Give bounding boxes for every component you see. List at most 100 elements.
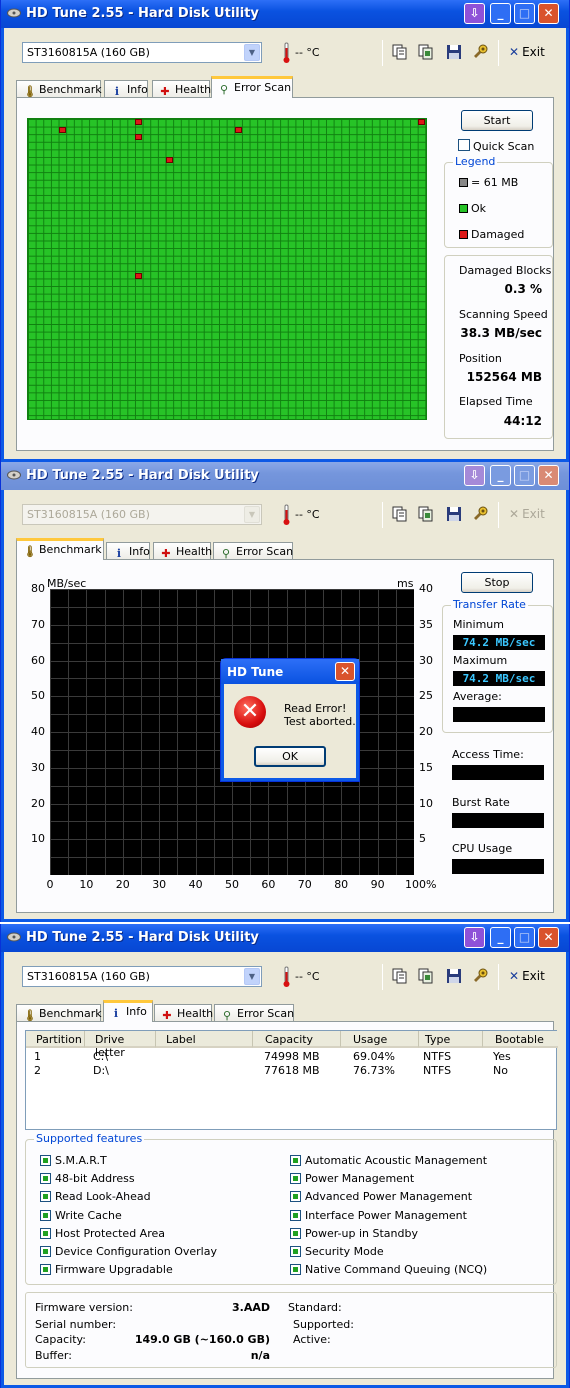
options-icon[interactable] bbox=[470, 967, 490, 985]
maximize-button[interactable]: □ bbox=[514, 927, 535, 948]
col-header-bootable[interactable]: Bootable bbox=[483, 1031, 558, 1048]
x-tick-label: 0 bbox=[46, 878, 54, 891]
feature-item: Host Protected Area bbox=[40, 1227, 165, 1240]
exit-button[interactable]: ✕ Exit bbox=[509, 507, 545, 521]
feature-check-icon bbox=[290, 1264, 301, 1276]
burst-rate-value bbox=[452, 813, 544, 828]
window-title: HD Tune 2.55 - Hard Disk Utility bbox=[26, 6, 259, 21]
cell-usage: 69.04% bbox=[353, 1050, 395, 1063]
drive-select[interactable]: ST3160815A (160 GB) ▼ bbox=[22, 42, 262, 63]
feature-check-icon bbox=[40, 1191, 51, 1203]
save-icon[interactable] bbox=[444, 43, 464, 61]
copy-all-icon[interactable] bbox=[416, 505, 436, 523]
save-icon[interactable] bbox=[444, 505, 464, 523]
transfer-rate-title: Transfer Rate bbox=[451, 598, 528, 611]
drive-select[interactable]: ST3160815A (160 GB) ▼ bbox=[22, 504, 262, 525]
col-header-capacity[interactable]: Capacity bbox=[253, 1031, 341, 1048]
feature-item: S.M.A.R.T bbox=[40, 1154, 107, 1167]
tab-error-scan[interactable]: ⚲ Error Scan bbox=[213, 542, 293, 560]
legend-damaged: Damaged bbox=[459, 228, 524, 241]
drive-select[interactable]: ST3160815A (160 GB) ▼ bbox=[22, 966, 262, 987]
tab-benchmark[interactable]: 🌡︎ Benchmark bbox=[16, 1004, 102, 1022]
close-button[interactable]: ✕ bbox=[538, 3, 559, 24]
buffer-label: Buffer: bbox=[35, 1349, 72, 1362]
download-icon[interactable]: ⇩ bbox=[464, 465, 485, 486]
chevron-down-icon[interactable]: ▼ bbox=[244, 44, 260, 61]
feature-item: Write Cache bbox=[40, 1209, 122, 1222]
close-button[interactable]: ✕ bbox=[538, 465, 559, 486]
y-right-tick-label: 30 bbox=[419, 653, 433, 667]
partition-table: Partition Drive letter Label Capacity Us… bbox=[25, 1030, 558, 1130]
chevron-down-icon[interactable]: ▼ bbox=[244, 968, 260, 985]
tab-health[interactable]: ✚ Health bbox=[153, 542, 212, 560]
y-left-tick-label: 10 bbox=[31, 832, 45, 846]
feature-check-icon bbox=[40, 1246, 51, 1257]
tab-error-scan[interactable]: ⚲ Error Scan bbox=[214, 1004, 294, 1022]
exit-button[interactable]: ✕ Exit bbox=[509, 969, 545, 983]
feature-label: Advanced Power Management bbox=[305, 1190, 473, 1204]
feature-label: Automatic Acoustic Management bbox=[305, 1154, 488, 1167]
copy-all-icon[interactable] bbox=[416, 43, 436, 61]
title-bar[interactable]: HD Tune 2.55 - Hard Disk Utility ⇩ _ □ ✕ bbox=[1, 0, 569, 28]
title-bar[interactable]: HD Tune 2.55 - Hard Disk Utility ⇩ _ □ ✕ bbox=[1, 924, 569, 952]
copy-all-icon[interactable] bbox=[416, 967, 436, 985]
maximize-button[interactable]: □ bbox=[514, 3, 535, 24]
cell-partition: 2 bbox=[34, 1064, 41, 1077]
title-bar[interactable]: HD Tune 2.55 - Hard Disk Utility ⇩ _ □ ✕ bbox=[1, 462, 569, 490]
col-header-drive-letter[interactable]: Drive letter bbox=[85, 1031, 156, 1059]
col-header-partition[interactable]: Partition bbox=[26, 1031, 85, 1048]
quick-scan-checkbox[interactable]: Quick Scan bbox=[458, 139, 534, 153]
copy-icon[interactable] bbox=[390, 43, 410, 61]
options-icon[interactable] bbox=[470, 505, 490, 523]
stop-button[interactable]: Stop bbox=[461, 572, 533, 593]
error-dialog: HD Tune ✕ ✕ Read Error! Test aborted. OK bbox=[220, 658, 360, 782]
tab-health[interactable]: ✚ Health bbox=[154, 1004, 213, 1022]
y-left-tick-label: 80 bbox=[31, 582, 45, 595]
start-button[interactable]: Start bbox=[461, 110, 533, 131]
download-icon[interactable]: ⇩ bbox=[464, 927, 485, 948]
close-button[interactable]: ✕ bbox=[538, 927, 559, 948]
table-row[interactable]: 1 C:\ 74998 MB 69.04% NTFS Yes bbox=[26, 1050, 556, 1064]
active-label: Active: bbox=[293, 1333, 331, 1346]
tab-info[interactable]: i Info bbox=[106, 542, 150, 560]
checkbox-box[interactable] bbox=[458, 139, 470, 151]
supported-label: Supported: bbox=[293, 1318, 354, 1331]
toolbar-separator bbox=[382, 502, 383, 528]
col-header-label[interactable]: Label bbox=[156, 1031, 253, 1048]
y-right-tick-label: 20 bbox=[419, 725, 433, 738]
legend-ok: Ok bbox=[459, 202, 486, 215]
error-scan-panel: Start Quick Scan Legend = 61 MB Ok Damag… bbox=[16, 97, 554, 451]
tab-benchmark[interactable]: 🌡︎ Benchmark bbox=[16, 538, 104, 560]
tab-health[interactable]: ✚ Health bbox=[152, 80, 211, 98]
minimize-button[interactable]: _ bbox=[490, 465, 511, 486]
feature-check-icon bbox=[290, 1227, 301, 1239]
minimize-button[interactable]: _ bbox=[490, 3, 511, 24]
minimize-button[interactable]: _ bbox=[490, 927, 511, 948]
copy-icon[interactable] bbox=[390, 967, 410, 985]
exit-button[interactable]: ✕ Exit bbox=[509, 45, 545, 59]
legend-group: Legend = 61 MB Ok Damaged bbox=[444, 155, 553, 248]
maximize-button[interactable]: □ bbox=[514, 465, 535, 486]
tab-info[interactable]: i Info bbox=[104, 80, 148, 98]
table-row[interactable]: 2 D:\ 77618 MB 76.73% NTFS No bbox=[26, 1064, 556, 1078]
copy-icon[interactable] bbox=[390, 505, 410, 523]
tab-error-scan[interactable]: ⚲ Error Scan bbox=[211, 76, 293, 98]
download-icon[interactable]: ⇩ bbox=[464, 3, 485, 24]
feature-label: S.M.A.R.T bbox=[55, 1154, 107, 1167]
tab-info[interactable]: i Info bbox=[103, 1000, 153, 1022]
y-left-tick-label: 30 bbox=[31, 760, 45, 774]
tab-benchmark[interactable]: 🌡︎ Benchmark bbox=[16, 80, 102, 98]
y-right-tick-label: 5 bbox=[419, 832, 426, 846]
chevron-down-icon[interactable]: ▼ bbox=[244, 506, 260, 523]
col-header-type[interactable]: Type bbox=[419, 1031, 483, 1048]
feature-check-icon bbox=[40, 1155, 51, 1166]
options-icon[interactable] bbox=[470, 43, 490, 61]
toolbar-separator bbox=[382, 40, 383, 66]
ok-button[interactable]: OK bbox=[254, 746, 326, 767]
save-icon[interactable] bbox=[444, 967, 464, 985]
temperature-value: -- °C bbox=[295, 970, 320, 983]
magnifier-icon: ⚲ bbox=[219, 83, 229, 96]
col-header-usage[interactable]: Usage bbox=[341, 1031, 419, 1048]
dialog-close-button[interactable]: ✕ bbox=[335, 662, 355, 681]
damaged-block bbox=[234, 126, 242, 133]
